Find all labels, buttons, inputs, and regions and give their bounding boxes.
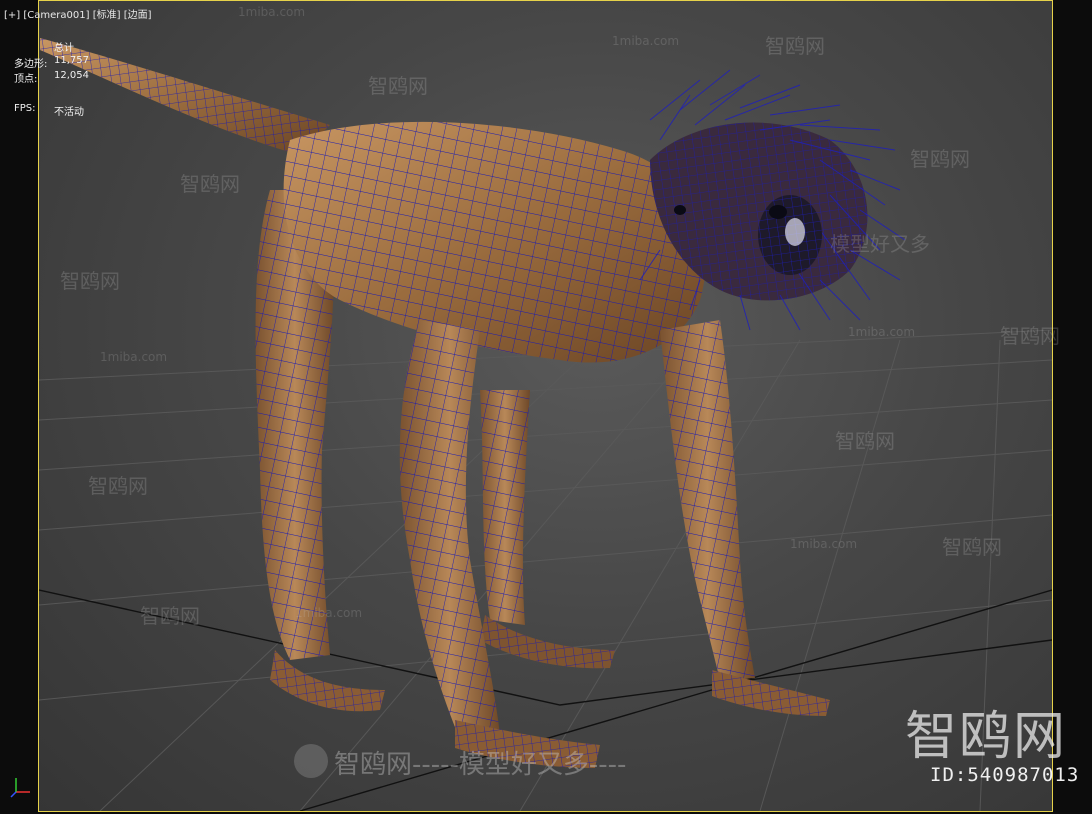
watermark-bottom-slogan: 智鸥网-----模型好又多---- [334,750,627,780]
stats-vertices-label: 顶点: [14,74,38,85]
watermark-url: 1miba.com [295,606,363,620]
axis-gizmo-icon [10,778,30,798]
watermark-text: 智鸥网 [1000,324,1060,348]
watermark-text: 智鸥网 [942,535,1002,559]
watermark-text: 智鸥网 [910,147,970,171]
watermark-url: 1miba.com [848,325,916,339]
watermark-text: 智鸥网 [180,172,240,196]
watermark-text: 智鸥网 [60,269,120,293]
watermark-url: 1miba.com [238,5,306,19]
stats-polygons-label: 多边形: [14,59,48,70]
watermark-url: 1miba.com [100,350,168,364]
shading-mode-button[interactable]: [标准] [93,10,121,21]
stats-polygons-value: 11,757 [54,55,89,66]
stats-total-label: 总计 [54,43,74,54]
viewport-label: [+] [Camera001] [标准] [边面] [4,6,152,21]
camera-view-button[interactable]: [Camera001] [23,10,89,21]
viewport-menu-button[interactable]: [+] [4,10,20,21]
stats-fps-value: 不活动 [54,107,84,118]
watermark-brand: 智鸥网 [905,707,1068,767]
watermark-text: 智鸥网 [140,604,200,628]
watermark-text: 智鸥网 [765,34,825,58]
watermark-text: 模型好又多 [830,232,930,256]
watermark-text: 智鸥网 [88,474,148,498]
stats-fps-label: FPS: [14,103,36,114]
edges-mode-button[interactable]: [边面] [124,10,152,21]
watermark-text: 智鸥网 [835,429,895,453]
watermark-url: 1miba.com [612,34,680,48]
watermark-model-id: ID:540987013 [930,764,1080,786]
stats-vertices-value: 12,054 [54,70,89,81]
watermark-url: 1miba.com [790,537,858,551]
watermark-bird-icon [294,744,328,778]
watermark-text: 智鸥网 [368,74,428,98]
viewport-camera001[interactable] [38,0,1053,812]
